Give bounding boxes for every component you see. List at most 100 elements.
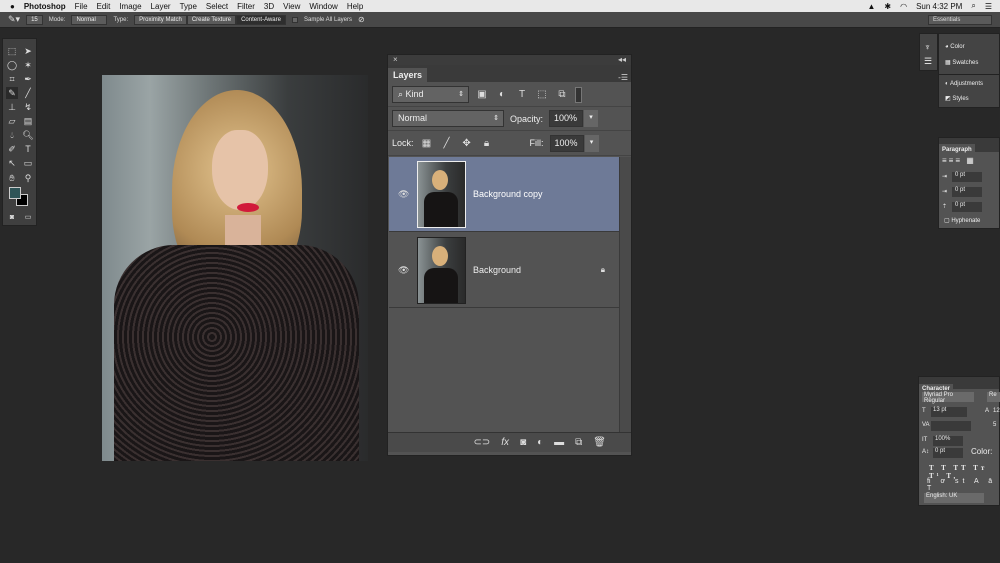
panel-color[interactable]: ◕ Color bbox=[945, 44, 965, 50]
new-group-folder-icon[interactable]: ▬ bbox=[554, 437, 564, 448]
space-before-input[interactable]: 0 pt bbox=[952, 202, 982, 212]
quick-mask-icon[interactable]: ◙ bbox=[6, 212, 18, 224]
app-menu[interactable]: Photoshop bbox=[24, 2, 66, 11]
dodge-tool-icon[interactable]: 🔍︎ bbox=[22, 129, 34, 141]
filter-kind-select[interactable]: ⌕ Kind bbox=[392, 86, 469, 103]
filter-adjustment-icon[interactable]: ◐ bbox=[495, 89, 509, 100]
blend-mode-select[interactable]: Normal bbox=[392, 110, 504, 127]
filter-toggle[interactable] bbox=[575, 86, 582, 103]
zoom-tool-icon[interactable]: ⚲ bbox=[22, 172, 34, 184]
kerning-input[interactable] bbox=[931, 421, 971, 431]
lasso-tool-icon[interactable]: ◯ bbox=[6, 59, 18, 71]
healing-brush-tool-icon[interactable]: ✎ bbox=[6, 87, 18, 99]
mode-select[interactable]: Normal bbox=[71, 14, 108, 25]
apple-icon[interactable]: ● bbox=[10, 2, 15, 11]
leading-value[interactable]: 12 bbox=[993, 408, 1000, 414]
visibility-eye-icon[interactable]: 👁︎ bbox=[398, 189, 409, 200]
proximity-match-button[interactable]: Proximity Match bbox=[134, 14, 187, 25]
brush-tool-icon[interactable]: ╱ bbox=[22, 87, 34, 99]
sample-all-layers-checkbox[interactable] bbox=[291, 16, 298, 23]
menu-filter[interactable]: Filter bbox=[237, 2, 255, 11]
tab-paragraph[interactable]: Paragraph bbox=[939, 144, 975, 156]
gradient-tool-icon[interactable]: ▤ bbox=[22, 115, 34, 127]
layer-name[interactable]: Background bbox=[473, 265, 521, 275]
marquee-tool-icon[interactable]: ⬚ bbox=[6, 45, 18, 57]
workspace-select[interactable]: Essentials bbox=[928, 15, 992, 25]
menu-type[interactable]: Type bbox=[180, 2, 197, 11]
indent-first-line-input[interactable]: 0 pt bbox=[952, 187, 982, 197]
panel-styles[interactable]: ◩ Styles bbox=[945, 95, 969, 102]
wifi-icon[interactable]: ◠ bbox=[900, 2, 907, 11]
content-aware-button[interactable]: Content-Aware bbox=[236, 14, 286, 25]
pressure-icon[interactable]: ⊘ bbox=[358, 15, 365, 24]
eraser-tool-icon[interactable]: ▱ bbox=[6, 115, 18, 127]
add-mask-icon[interactable]: ◙ bbox=[520, 437, 526, 448]
filter-pixel-icon[interactable]: ▣ bbox=[475, 89, 489, 100]
menu-window[interactable]: Window bbox=[309, 2, 337, 11]
menu-file[interactable]: File bbox=[75, 2, 88, 11]
spot-healing-brush-icon[interactable]: ✎▾ bbox=[8, 14, 20, 25]
notification-list-icon[interactable]: ☰ bbox=[985, 2, 992, 11]
tool-presets-icon[interactable]: ☰ bbox=[924, 56, 932, 67]
close-panel-icon[interactable]: × bbox=[393, 55, 398, 65]
layer-row-background-copy[interactable]: 👁︎ Background copy bbox=[389, 157, 619, 232]
move-tool-icon[interactable]: ➤ bbox=[22, 45, 34, 57]
lock-all-icon[interactable]: 🔒︎ bbox=[480, 138, 494, 149]
spotlight-search-icon[interactable]: ⌕ bbox=[971, 1, 975, 11]
crop-tool-icon[interactable]: ⌗ bbox=[6, 73, 18, 85]
filter-shape-icon[interactable]: ⬚ bbox=[535, 89, 549, 100]
menu-help[interactable]: Help bbox=[347, 2, 363, 11]
brush-size-picker[interactable]: 15 bbox=[26, 14, 43, 25]
lock-position-icon[interactable]: ✥ bbox=[460, 138, 474, 149]
blur-tool-icon[interactable]: 💧︎ bbox=[6, 129, 18, 141]
document-canvas[interactable] bbox=[102, 75, 368, 461]
lock-image-pixels-icon[interactable]: ╱ bbox=[440, 138, 454, 149]
menu-select[interactable]: Select bbox=[206, 2, 228, 11]
screen-mode-icon[interactable]: ▭ bbox=[22, 212, 34, 224]
layers-scrollbar[interactable] bbox=[619, 157, 631, 432]
tab-layers[interactable]: Layers bbox=[388, 68, 428, 82]
delete-layer-trash-icon[interactable]: 🗑︎ bbox=[593, 437, 606, 448]
menu-layer[interactable]: Layer bbox=[151, 2, 171, 11]
vertical-scale-input[interactable]: 100% bbox=[933, 436, 963, 446]
opacity-dropdown[interactable]: ▾ bbox=[584, 110, 599, 127]
create-texture-button[interactable]: Create Texture bbox=[186, 14, 237, 25]
path-selection-tool-icon[interactable]: ↖ bbox=[6, 157, 18, 169]
filter-type-icon[interactable]: T bbox=[515, 89, 529, 100]
tracking-value[interactable]: 5 bbox=[993, 422, 996, 428]
fill-input[interactable]: 100% bbox=[549, 134, 584, 152]
indent-left-input[interactable]: 0 pt bbox=[952, 172, 982, 182]
layer-style-fx-icon[interactable]: fx bbox=[501, 437, 509, 448]
opentype-buttons[interactable]: ﬁ ơ st A ā T bbox=[927, 478, 999, 492]
font-family-select[interactable]: Myriad Pro Regular bbox=[922, 392, 974, 404]
panel-menu-icon[interactable]: -☰ bbox=[618, 73, 631, 82]
clock[interactable]: Sun 4:32 PM bbox=[916, 2, 962, 11]
foreground-color-swatch[interactable] bbox=[9, 187, 21, 199]
font-style-select[interactable]: Re bbox=[987, 392, 1000, 402]
baseline-shift-input[interactable]: 0 pt bbox=[933, 448, 963, 458]
panel-adjustments[interactable]: ◐ Adjustments bbox=[945, 81, 983, 87]
lock-transparent-pixels-icon[interactable]: ▦ bbox=[420, 138, 434, 149]
fill-dropdown[interactable]: ▾ bbox=[584, 134, 599, 152]
brush-presets-icon[interactable]: ♆ bbox=[924, 42, 931, 52]
filter-smart-object-icon[interactable]: ⧉ bbox=[555, 89, 569, 100]
menu-edit[interactable]: Edit bbox=[97, 2, 111, 11]
history-brush-tool-icon[interactable]: ↯ bbox=[22, 101, 34, 113]
pen-tool-icon[interactable]: ✐ bbox=[6, 143, 18, 155]
new-layer-icon[interactable]: ⧉ bbox=[575, 437, 582, 448]
language-select[interactable]: English: UK bbox=[924, 493, 984, 503]
layer-name[interactable]: Background copy bbox=[473, 189, 543, 199]
rectangle-tool-icon[interactable]: ▭ bbox=[22, 157, 34, 169]
eyedropper-tool-icon[interactable]: ✒ bbox=[22, 73, 34, 85]
type-tool-icon[interactable]: T bbox=[22, 143, 34, 155]
drive-icon[interactable]: ▲ bbox=[867, 2, 875, 11]
magic-wand-tool-icon[interactable]: ✶ bbox=[22, 59, 34, 71]
collapse-panel-icon[interactable]: ◂◂ bbox=[618, 55, 626, 65]
alignment-buttons[interactable]: ≡≡≡ ▦ bbox=[942, 156, 976, 165]
bluetooth-icon[interactable]: ✱ bbox=[884, 2, 891, 11]
link-layers-icon[interactable]: ⊂⊃ bbox=[474, 437, 491, 448]
menu-3d[interactable]: 3D bbox=[264, 2, 274, 11]
panel-swatches[interactable]: ▦ Swatches bbox=[945, 59, 978, 66]
clone-stamp-tool-icon[interactable]: ⊥ bbox=[6, 101, 18, 113]
hyphenate-checkbox[interactable]: ▢ Hyphenate bbox=[944, 217, 980, 224]
